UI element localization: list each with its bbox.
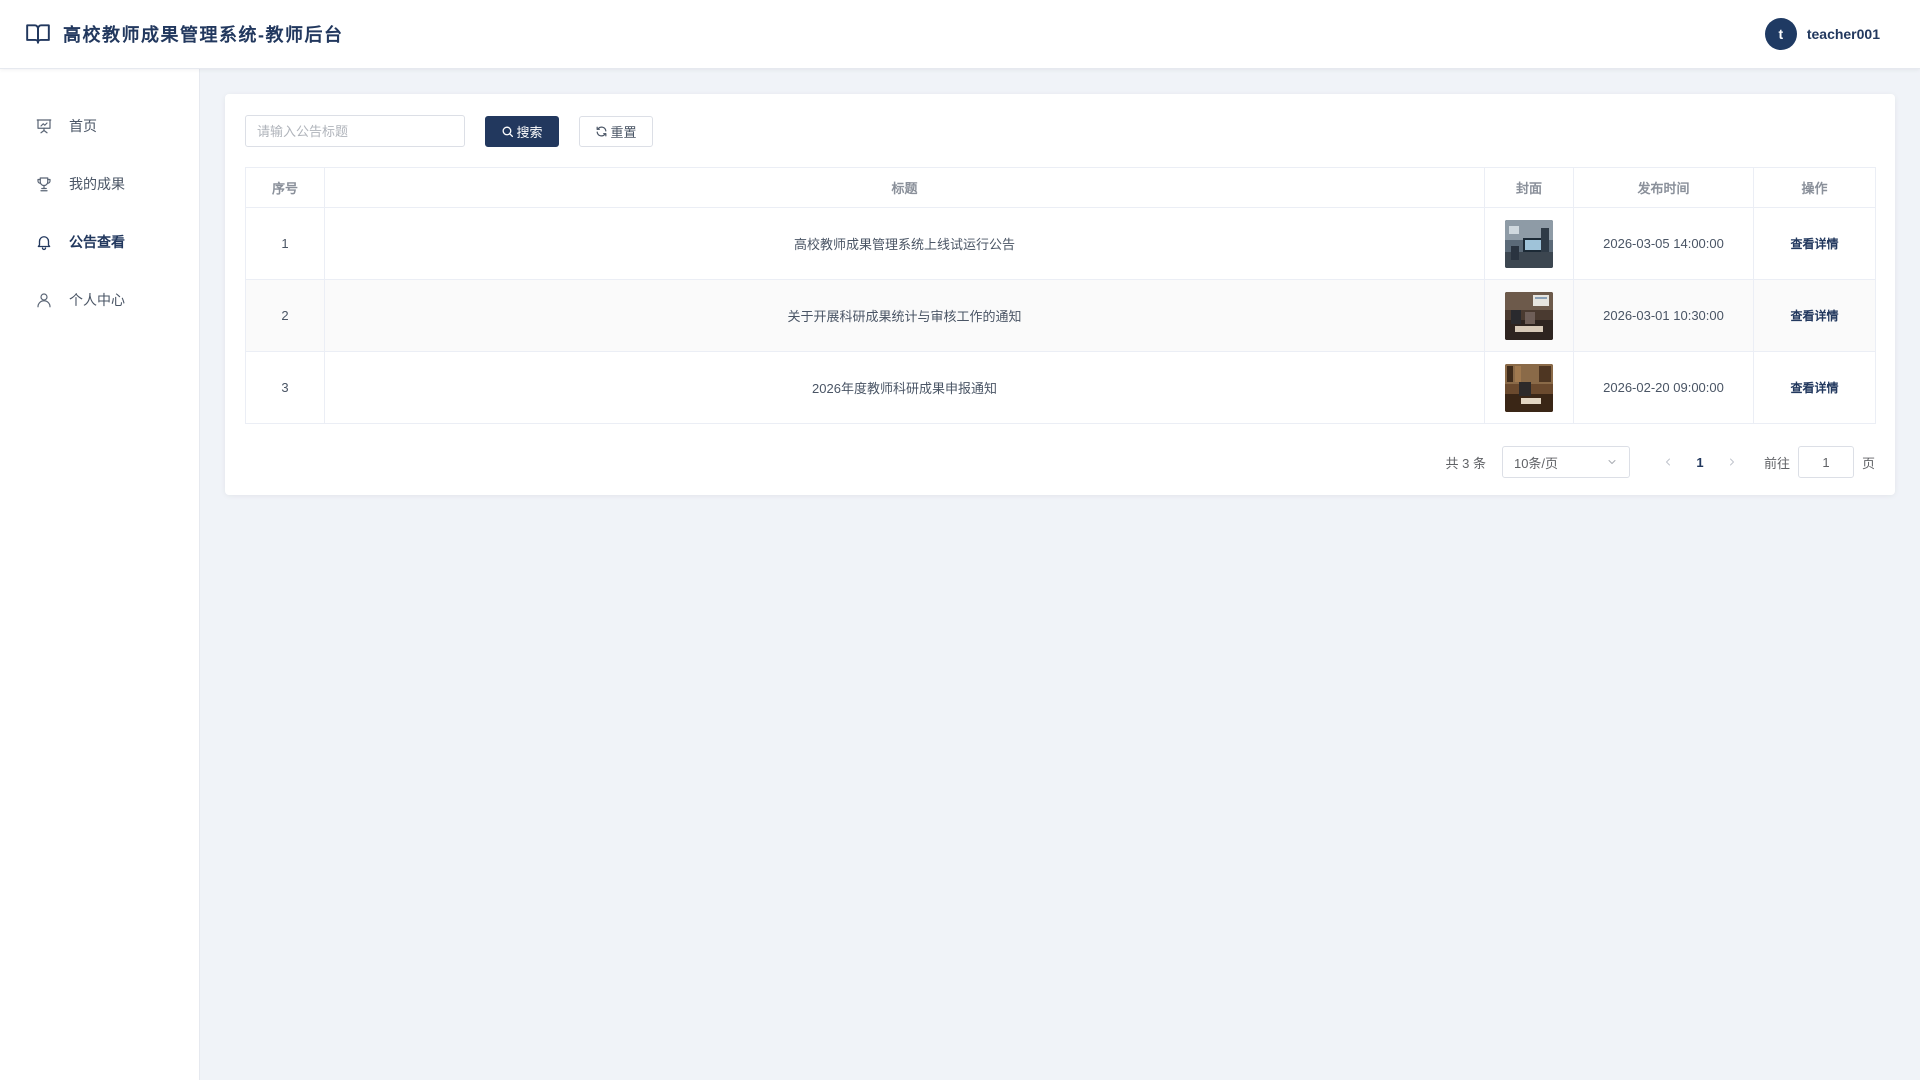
table-header-row: 序号 标题 封面 发布时间 操作: [245, 167, 1876, 208]
cell-publish-time: 2026-02-20 09:00:00: [1573, 351, 1754, 424]
user-menu[interactable]: t teacher001: [1764, 18, 1880, 50]
search-icon: [501, 125, 514, 138]
top-header: 高校教师成果管理系统-教师后台 t teacher001: [0, 0, 1920, 69]
column-header-action: 操作: [1753, 167, 1876, 208]
total-count: 共 3 条: [1445, 455, 1486, 471]
chevron-down-icon: [1606, 456, 1618, 468]
column-header-title: 标题: [324, 167, 1485, 208]
page-size-value: 10条/页: [1513, 455, 1559, 471]
sidebar-item-label: 公告查看: [69, 234, 125, 250]
sidebar-item-profile[interactable]: 个人中心: [0, 271, 199, 329]
goto-suffix: 页: [1861, 455, 1875, 471]
cell-cover: [1484, 351, 1574, 424]
cell-title: 关于开展科研成果统计与审核工作的通知: [324, 279, 1485, 352]
chevron-left-icon: [1665, 458, 1670, 466]
view-detail-link[interactable]: 查看详情: [1790, 309, 1838, 323]
announcement-card: 搜索 重置 序号 标题 封面 发布时间 操作 1: [225, 94, 1895, 495]
view-detail-link[interactable]: 查看详情: [1790, 237, 1838, 251]
cell-index: 1: [245, 207, 325, 280]
cell-cover: [1484, 207, 1574, 280]
cover-thumbnail[interactable]: [1505, 291, 1553, 340]
cover-thumbnail[interactable]: [1505, 363, 1553, 412]
cell-publish-time: 2026-03-05 14:00:00: [1573, 207, 1754, 280]
table-row: 2 关于开展科研成果统计与审核工作的通知 2026-03-01 10:30:00…: [245, 279, 1876, 352]
search-input[interactable]: [245, 115, 465, 147]
sidebar-item-label: 首页: [69, 118, 97, 134]
refresh-icon: [595, 125, 608, 138]
reset-button[interactable]: 重置: [579, 115, 653, 147]
username[interactable]: teacher001: [1807, 26, 1880, 42]
app-title: 高校教师成果管理系统-教师后台: [63, 25, 344, 45]
sidebar-item-announcements[interactable]: 公告查看: [0, 213, 199, 271]
user-icon: [35, 291, 53, 309]
cell-index: 2: [245, 279, 325, 352]
announcement-table: 序号 标题 封面 发布时间 操作 1 高校教师成果管理系统上线试运行公告 202…: [245, 167, 1876, 424]
cell-action: 查看详情: [1753, 207, 1876, 280]
prev-page-button[interactable]: [1652, 456, 1684, 468]
open-book-icon: [25, 21, 51, 47]
cell-publish-time: 2026-03-01 10:30:00: [1573, 279, 1754, 352]
brand[interactable]: 高校教师成果管理系统-教师后台: [25, 21, 344, 47]
column-header-index: 序号: [245, 167, 325, 208]
sidebar-item-label: 我的成果: [69, 176, 125, 192]
page-number-current[interactable]: 1: [1684, 455, 1716, 470]
goto-page-input[interactable]: [1797, 446, 1854, 478]
table-row: 1 高校教师成果管理系统上线试运行公告 2026-03-05 14:00:00 …: [245, 207, 1876, 280]
cover-thumbnail[interactable]: [1505, 219, 1553, 268]
cell-title: 2026年度教师科研成果申报通知: [324, 351, 1485, 424]
avatar[interactable]: t: [1764, 18, 1797, 50]
goto-label: 前往: [1763, 455, 1790, 471]
trophy-icon: [35, 175, 53, 193]
presentation-chart-icon: [35, 117, 53, 135]
table-row: 3 2026年度教师科研成果申报通知 2026-02-20 09:00:00 查…: [245, 351, 1876, 424]
bell-icon: [35, 233, 53, 251]
sidebar-item-label: 个人中心: [69, 292, 125, 308]
cell-action: 查看详情: [1753, 279, 1876, 352]
reset-button-label: 重置: [610, 124, 637, 140]
next-page-button[interactable]: [1716, 456, 1748, 468]
sidebar-item-home[interactable]: 首页: [0, 97, 199, 155]
cell-action: 查看详情: [1753, 351, 1876, 424]
search-button[interactable]: 搜索: [485, 115, 559, 147]
sidebar-item-my-achievements[interactable]: 我的成果: [0, 155, 199, 213]
sidebar: 首页 我的成果 公告查看 个人中心: [0, 69, 200, 1080]
cell-title: 高校教师成果管理系统上线试运行公告: [324, 207, 1485, 280]
search-button-label: 搜索: [516, 124, 543, 140]
column-header-time: 发布时间: [1573, 167, 1754, 208]
cell-index: 3: [245, 351, 325, 424]
chevron-right-icon: [1729, 458, 1734, 466]
cell-cover: [1484, 279, 1574, 352]
pagination: 共 3 条 10条/页 1 前往 页: [245, 446, 1875, 478]
view-detail-link[interactable]: 查看详情: [1790, 381, 1838, 395]
page-size-select[interactable]: 10条/页: [1501, 446, 1630, 478]
search-toolbar: 搜索 重置: [245, 115, 1875, 147]
column-header-cover: 封面: [1484, 167, 1574, 208]
